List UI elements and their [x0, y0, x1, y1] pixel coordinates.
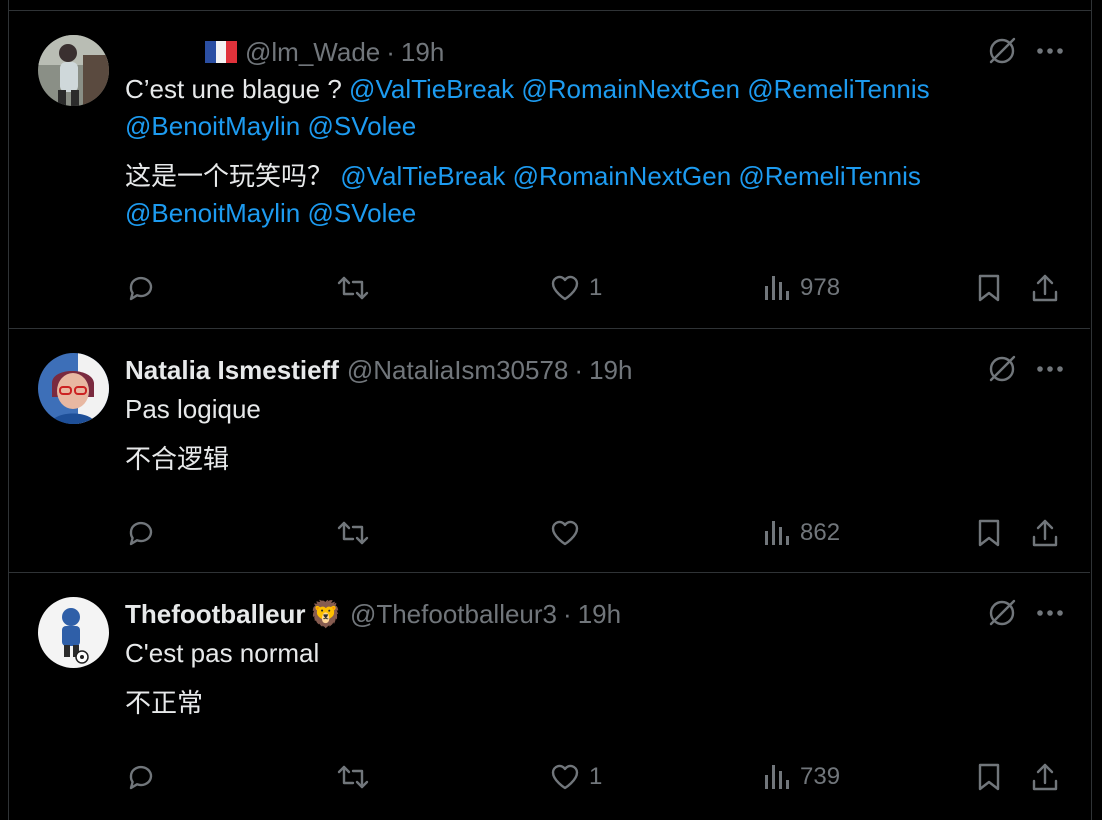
display-name[interactable] [125, 40, 195, 64]
france-flag-icon [205, 41, 237, 63]
separator-dot: · [563, 598, 572, 629]
grok-icon[interactable] [986, 35, 1018, 67]
repost-icon [335, 761, 371, 793]
bookmark-button[interactable] [974, 757, 1004, 797]
timestamp[interactable]: 19h [578, 599, 621, 630]
repost-icon [335, 272, 371, 304]
views-icon [762, 272, 792, 304]
action-bar: 862 [125, 513, 1060, 553]
repost-button[interactable] [335, 757, 379, 797]
share-button[interactable] [1029, 268, 1061, 308]
mention-links[interactable]: @ValTieBreak @RomainNextGen @RemeliTenni… [349, 74, 930, 104]
like-count: 1 [589, 763, 603, 790]
views-count: 739 [800, 763, 841, 790]
timestamp[interactable]: 19h [401, 37, 444, 68]
views-button[interactable]: 739 [762, 757, 840, 797]
translated-text: 不正常 [125, 688, 204, 718]
grok-icon[interactable] [986, 353, 1018, 385]
share-icon [1029, 517, 1061, 549]
reply-button[interactable] [125, 268, 165, 308]
user-handle[interactable]: @NataliaIsm30578 [347, 355, 569, 386]
share-icon [1029, 272, 1061, 304]
reply-tweet[interactable]: @lm_Wade · 19h C’est une blague ? @ValTi… [9, 11, 1090, 329]
repost-button[interactable] [335, 268, 379, 308]
display-name[interactable]: Natalia Ismestieff [125, 355, 339, 386]
translated-text: 不合逻辑 [125, 444, 230, 474]
bookmark-button[interactable] [974, 268, 1004, 308]
separator-dot: · [386, 36, 395, 67]
tweet-header: @lm_Wade · 19h [125, 35, 444, 69]
grok-icon[interactable] [986, 597, 1018, 629]
tweet-top-actions [986, 35, 1064, 67]
share-button[interactable] [1029, 757, 1061, 797]
lion-emoji-icon: 🦁 [309, 598, 342, 629]
reply-icon [125, 761, 157, 793]
tweet-header: Thefootballeur 🦁 @Thefootballeur3 · 19h [125, 597, 621, 631]
like-button[interactable]: 1 [549, 757, 602, 797]
tweet-text: C’est une blague ? @ValTieBreak @RomainN… [125, 71, 980, 232]
like-button[interactable] [549, 513, 589, 553]
repost-button[interactable] [335, 513, 379, 553]
translated-text: 这是一个玩笑吗？ [125, 161, 341, 191]
avatar[interactable] [38, 597, 109, 668]
views-count: 862 [800, 519, 841, 546]
more-icon[interactable] [1036, 609, 1064, 617]
avatar[interactable] [38, 353, 109, 424]
views-button[interactable]: 862 [762, 513, 840, 553]
action-bar: 1 739 [125, 757, 1060, 797]
mention-links[interactable]: @BenoitMaylin @SVolee [125, 108, 980, 145]
views-button[interactable]: 978 [762, 268, 840, 308]
bookmark-button[interactable] [974, 513, 1004, 553]
bookmark-icon [974, 761, 1004, 793]
reply-button[interactable] [125, 513, 165, 553]
text-plain: C’est une blague ? [125, 74, 350, 104]
text-plain: Pas logique [125, 394, 261, 424]
user-handle[interactable]: @Thefootballeur3 [350, 599, 557, 630]
tweet-header: Natalia Ismestieff @NataliaIsm30578 · 19… [125, 353, 632, 387]
like-icon [549, 272, 581, 304]
tweet-top-actions [986, 353, 1064, 385]
repost-icon [335, 517, 371, 549]
like-count: 1 [589, 274, 603, 301]
views-icon [762, 517, 792, 549]
share-icon [1029, 761, 1061, 793]
reply-tweet[interactable]: Natalia Ismestieff @NataliaIsm30578 · 19… [9, 329, 1090, 573]
bookmark-icon [974, 517, 1004, 549]
reply-icon [125, 272, 157, 304]
user-handle[interactable]: @lm_Wade [245, 37, 380, 68]
action-bar: 1 978 [125, 268, 1060, 308]
more-icon[interactable] [1036, 47, 1064, 55]
share-button[interactable] [1029, 513, 1061, 553]
bookmark-icon [974, 272, 1004, 304]
like-button[interactable]: 1 [549, 268, 602, 308]
avatar[interactable] [38, 35, 109, 106]
reply-tweet[interactable]: Thefootballeur 🦁 @Thefootballeur3 · 19h … [9, 573, 1090, 820]
tweet-text: C'est pas normal 不正常 [125, 635, 980, 722]
mention-links[interactable]: @BenoitMaylin @SVolee [125, 195, 980, 232]
separator-dot: · [574, 354, 584, 385]
text-plain: C'est pas normal [125, 638, 320, 668]
display-name[interactable]: Thefootballeur [125, 599, 306, 630]
reply-icon [125, 517, 157, 549]
reply-button[interactable] [125, 757, 165, 797]
timestamp[interactable]: 19h [589, 355, 632, 386]
tweet-text: Pas logique 不合逻辑 [125, 391, 980, 478]
mention-links[interactable]: @ValTieBreak @RomainNextGen @RemeliTenni… [340, 161, 921, 191]
like-icon [549, 517, 581, 549]
tweet-top-actions [986, 597, 1064, 629]
views-count: 978 [800, 274, 841, 301]
views-icon [762, 761, 792, 793]
like-icon [549, 761, 581, 793]
more-icon[interactable] [1036, 365, 1064, 373]
